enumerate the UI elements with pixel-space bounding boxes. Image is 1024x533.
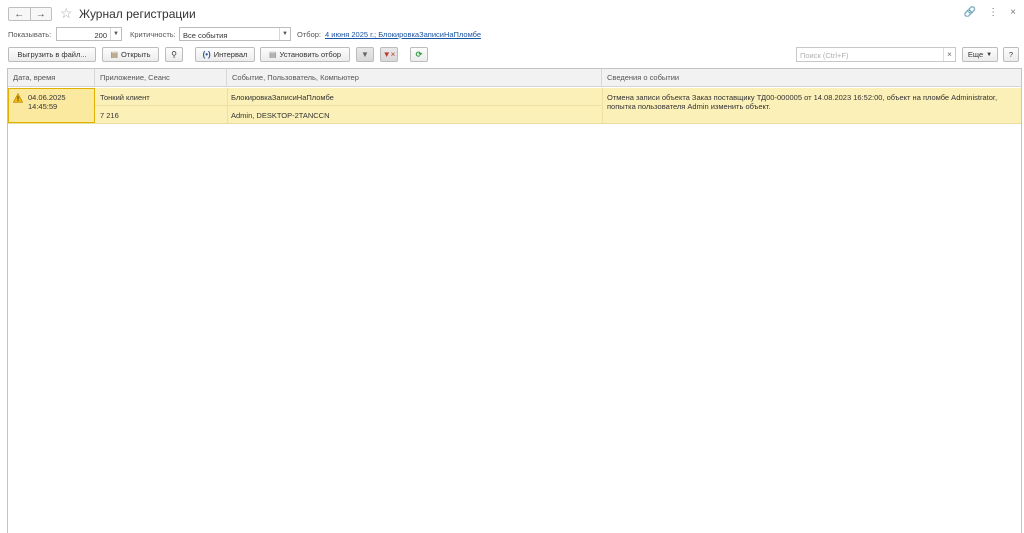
filter-by-value-button[interactable]: ▼	[356, 47, 374, 62]
export-to-file-button[interactable]: Выгрузить в файл...	[8, 47, 96, 62]
event-log-table[interactable]: Дата, время Приложение, Сеанс Событие, П…	[7, 68, 1022, 533]
filter-icon: ▼	[361, 49, 369, 59]
column-header-details[interactable]: Сведения о событии	[602, 69, 1023, 87]
filter-bar: Показывать: 200 ▼ Критичность: Все событ…	[0, 27, 1024, 41]
column-header-event[interactable]: Событие, Пользователь, Компьютер	[227, 69, 602, 87]
severity-select[interactable]: Все события ▼	[179, 27, 291, 41]
more-vertical-icon[interactable]: ⋮	[988, 6, 998, 20]
column-divider	[602, 88, 603, 123]
filter-link[interactable]: 4 июня 2025 г.; БлокировкаЗаписиНаПломбе	[325, 30, 481, 39]
open-button[interactable]: ▤ Открыть	[102, 47, 159, 62]
session-cell: 7 216	[100, 111, 119, 120]
table-row[interactable]: 04.06.2025 14:45:59 Тонкий клиент 7 216 …	[8, 88, 1021, 124]
open-icon: ▤	[110, 49, 119, 59]
chevron-down-icon[interactable]: ▼	[279, 28, 290, 40]
datetime-cell[interactable]: 04.06.2025 14:45:59	[8, 88, 95, 123]
filter-settings-icon: ▤	[268, 49, 277, 59]
severity-value: Все события	[183, 31, 228, 40]
help-button-label: ?	[1008, 50, 1014, 59]
column-header-datetime[interactable]: Дата, время	[8, 69, 95, 87]
export-button-label: Выгрузить в файл...	[17, 50, 87, 59]
table-header: Дата, время Приложение, Сеанс Событие, П…	[8, 69, 1021, 87]
show-count-field[interactable]: 200 ▼	[56, 27, 122, 41]
set-filter-button-label: Установить отбор	[279, 50, 342, 59]
open-button-label: Открыть	[121, 50, 151, 59]
interval-button[interactable]: (•) Интервал	[195, 47, 255, 62]
page-title: Журнал регистрации	[79, 7, 196, 21]
window-controls: 🔗 ⋮ ×	[964, 6, 1016, 20]
event-time: 14:45:59	[28, 102, 58, 111]
show-count-label: Показывать:	[8, 30, 52, 39]
event-cell: БлокировкаЗаписиНаПломбе	[231, 93, 334, 102]
application-cell: Тонкий клиент	[100, 93, 150, 102]
chevron-down-icon[interactable]: ▼	[110, 28, 121, 40]
clear-filter-button[interactable]: ▼×	[380, 47, 398, 62]
clear-filter-icon: ▼×	[382, 49, 396, 59]
row-subdivider	[95, 105, 601, 106]
show-count-value: 200	[94, 31, 107, 40]
magnifier-icon: ⚲	[171, 49, 177, 59]
column-header-application[interactable]: Приложение, Сеанс	[95, 69, 227, 87]
title-bar: ← → ☆ Журнал регистрации 🔗 ⋮ ×	[0, 0, 1024, 26]
user-computer-cell: Admin, DESKTOP-2TANCCN	[231, 111, 330, 120]
filter-label: Отбор:	[297, 30, 321, 39]
interval-icon: (•)	[202, 49, 211, 59]
set-filter-button[interactable]: ▤ Установить отбор	[260, 47, 350, 62]
more-button[interactable]: Еще ▼	[962, 47, 998, 62]
details-line-1: Отмена записи объекта Заказ поставщику Т…	[607, 93, 998, 102]
event-date: 04.06.2025	[28, 93, 66, 102]
warning-icon	[13, 93, 23, 103]
search-input[interactable]: Поиск (Ctrl+F) ×	[796, 47, 956, 62]
more-button-label: Еще	[967, 50, 984, 59]
close-icon[interactable]: ×	[1010, 6, 1016, 20]
find-button[interactable]: ⚲	[165, 47, 183, 62]
toolbar: Выгрузить в файл... ▤ Открыть ⚲ (•) Инте…	[0, 47, 1024, 63]
refresh-icon: ⟳	[415, 49, 423, 59]
link-icon[interactable]: 🔗	[964, 6, 976, 20]
chevron-down-icon: ▼	[986, 51, 993, 58]
clear-search-icon[interactable]: ×	[943, 48, 955, 61]
favorite-star-icon[interactable]: ☆	[60, 5, 73, 21]
arrow-left-icon[interactable]: ←	[9, 8, 30, 20]
help-button[interactable]: ?	[1003, 47, 1019, 62]
search-placeholder: Поиск (Ctrl+F)	[800, 51, 849, 60]
severity-label: Критичность:	[130, 30, 176, 39]
navigation-buttons: ← →	[8, 7, 52, 21]
refresh-button[interactable]: ⟳	[410, 47, 428, 62]
interval-button-label: Интервал	[213, 50, 248, 59]
details-line-2: попытка пользователя Admin изменить объе…	[607, 102, 771, 111]
arrow-right-icon[interactable]: →	[29, 8, 52, 20]
